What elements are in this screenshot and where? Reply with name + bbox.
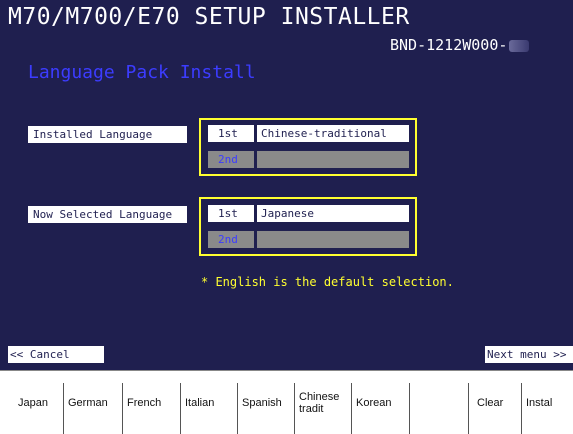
fkey-german[interactable]: German <box>63 383 122 434</box>
fkey-chinese-traditional[interactable]: Chinese tradit <box>294 383 351 434</box>
fkey-blank[interactable] <box>409 383 468 434</box>
fkey-clear[interactable]: Clear <box>468 383 521 434</box>
version-text: BND-1212W000- <box>390 36 508 54</box>
app-title: M70/M700/E70 SETUP INSTALLER <box>8 4 410 30</box>
selected-second-value <box>257 231 409 248</box>
section-title: Language Pack Install <box>28 62 256 83</box>
selected-second-ordinal: 2nd <box>208 231 254 248</box>
default-selection-note: * English is the default selection. <box>201 275 454 289</box>
installed-first-ordinal: 1st <box>208 125 254 142</box>
fkey-italian[interactable]: Italian <box>180 383 237 434</box>
fkey-spanish[interactable]: Spanish <box>237 383 294 434</box>
selected-language-group: 1st Japanese 2nd <box>199 197 417 256</box>
installer-screen: M70/M700/E70 SETUP INSTALLER BND-1212W00… <box>0 0 573 370</box>
installed-second-value <box>257 151 409 168</box>
next-menu-button[interactable]: Next menu >> <box>485 346 573 363</box>
installed-language-label: Installed Language <box>28 126 187 143</box>
installed-language-group: 1st Chinese-traditional 2nd <box>199 118 417 176</box>
selected-first-value: Japanese <box>257 205 409 222</box>
redacted-mark <box>509 39 530 52</box>
function-key-bar: Japan German French Italian Spanish Chin… <box>0 370 573 434</box>
selected-language-label: Now Selected Language <box>28 206 187 223</box>
installed-first-value: Chinese-traditional <box>257 125 409 142</box>
selected-first-ordinal: 1st <box>208 205 254 222</box>
fkey-install[interactable]: Instal <box>521 383 573 434</box>
version-label: BND-1212W000- <box>390 36 530 54</box>
fkey-french[interactable]: French <box>122 383 180 434</box>
fkey-korean[interactable]: Korean <box>351 383 409 434</box>
fkey-japan[interactable]: Japan <box>14 383 63 434</box>
installed-second-ordinal: 2nd <box>208 151 254 168</box>
cancel-button[interactable]: << Cancel <box>8 346 104 363</box>
